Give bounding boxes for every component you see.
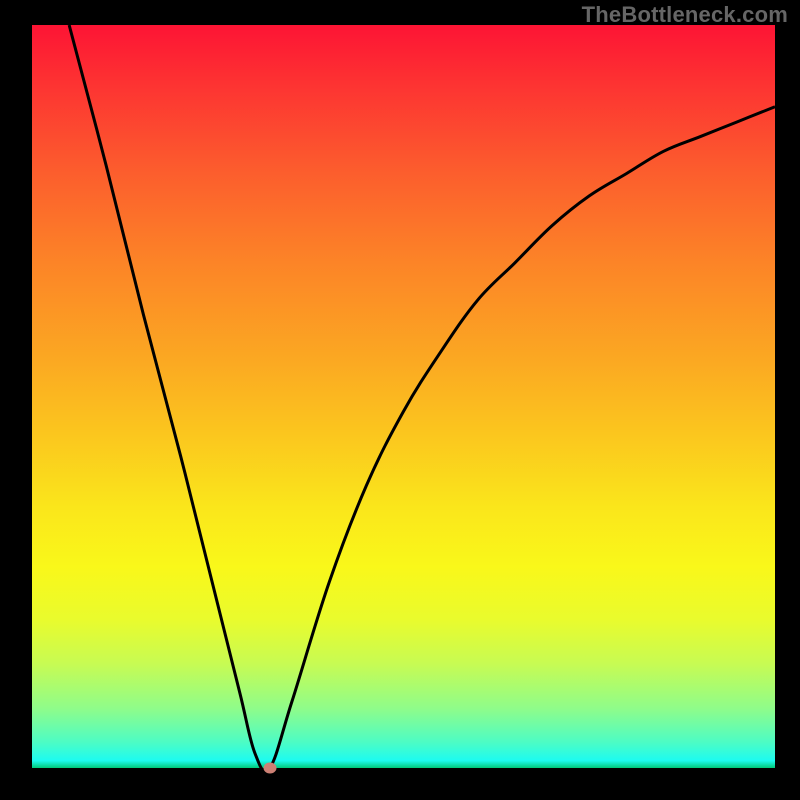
bottleneck-curve — [69, 25, 775, 772]
curve-svg — [32, 25, 775, 768]
optimum-marker — [263, 763, 276, 774]
chart-frame: TheBottleneck.com — [0, 0, 800, 800]
watermark-label: TheBottleneck.com — [582, 2, 788, 28]
plot-area — [32, 25, 775, 768]
